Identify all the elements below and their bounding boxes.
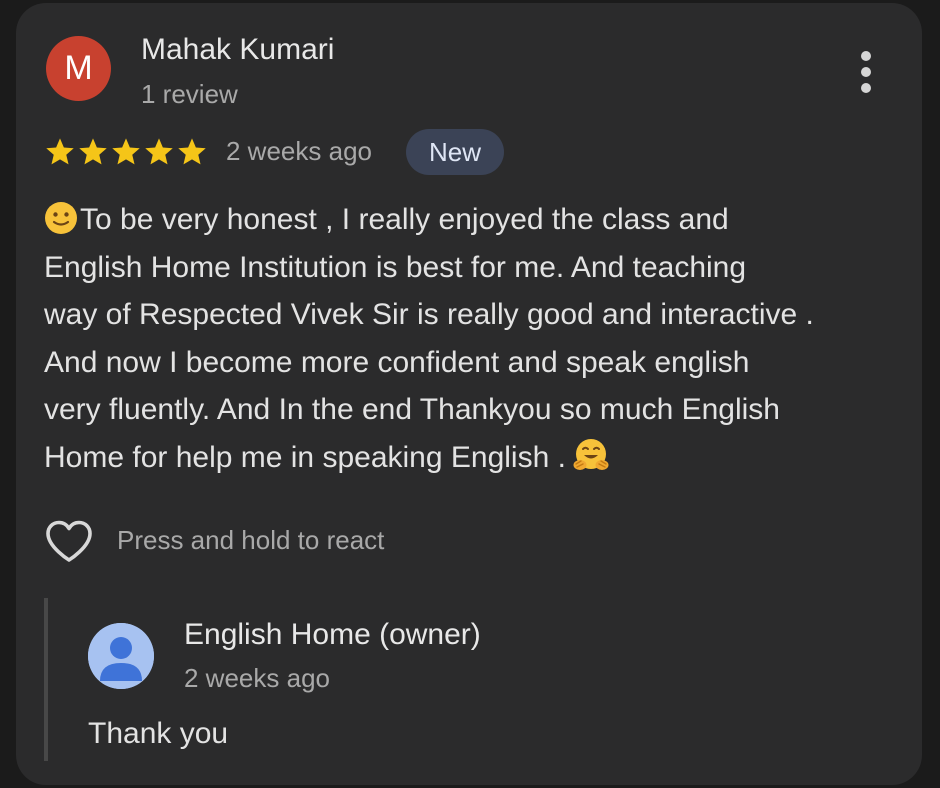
review-time: 2 weeks ago [226,136,372,166]
reply-divider [44,598,48,761]
reviewer-avatar[interactable]: M [46,36,111,101]
review-text-line: To be very honest , I really enjoyed the… [44,196,910,244]
react-heart-button[interactable] [44,518,94,566]
review-text-line: very fluently. And In the end Thankyou s… [44,393,780,426]
star-icon [110,136,142,168]
more-vertical-icon [861,51,871,93]
star-icon [176,136,208,168]
star-icon [143,136,175,168]
default-person-avatar-icon [88,623,154,689]
review-text-line: way of Respected Vivek Sir is really goo… [44,298,814,331]
review-card: M Mahak Kumari 1 review 2 weeks ago New … [16,3,922,785]
hugging-face-icon [572,437,610,475]
more-options-button[interactable] [846,47,886,99]
star-rating [44,136,208,168]
review-text-line: Home for help me in speaking English . [44,434,910,482]
heart-outline-icon [46,520,92,562]
reviewer-review-count: 1 review [141,79,238,109]
review-text: To be very honest , I really enjoyed the… [44,196,910,481]
react-hint: Press and hold to react [117,525,385,555]
star-icon [77,136,109,168]
review-text-line: English Home Institution is best for me.… [44,250,747,284]
star-icon [44,136,76,168]
owner-reply-text: Thank you [88,717,229,750]
new-badge: New [406,129,504,175]
review-text-line: And now I become more confident and spea… [44,345,750,379]
owner-name[interactable]: English Home (owner) [184,618,481,652]
owner-avatar[interactable] [88,623,154,689]
reviewer-name[interactable]: Mahak Kumari [141,33,334,67]
owner-reply-time: 2 weeks ago [184,663,330,693]
slightly-smiling-face-icon [44,201,78,235]
